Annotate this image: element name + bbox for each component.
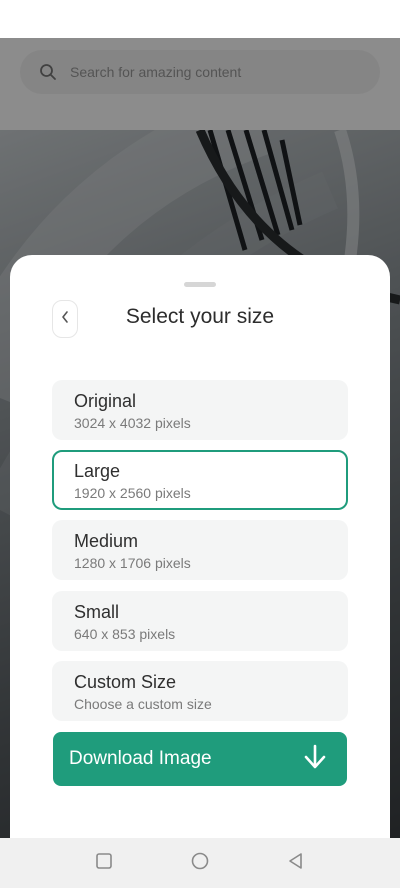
option-name: Medium bbox=[74, 531, 139, 551]
option-name: Small bbox=[74, 602, 120, 622]
option-name: Original bbox=[74, 391, 137, 411]
size-option-original[interactable]: Original 3024 x 4032 pixels bbox=[52, 380, 348, 440]
option-detail: 1280 x 1706 pixels bbox=[74, 555, 191, 571]
size-option-small[interactable]: Small 640 x 853 pixels bbox=[52, 591, 348, 651]
size-option-large[interactable]: Large 1920 x 2560 pixels bbox=[52, 450, 348, 510]
circle-home-icon bbox=[190, 851, 210, 876]
back-nav-button[interactable] bbox=[276, 843, 316, 883]
square-recents-icon bbox=[95, 852, 113, 875]
chevron-left-icon bbox=[60, 310, 70, 329]
status-bar bbox=[0, 0, 400, 38]
option-detail: Choose a custom size bbox=[74, 696, 212, 712]
size-selection-sheet: Select your size Original 3024 x 4032 pi… bbox=[10, 255, 390, 838]
download-image-button[interactable]: Download Image bbox=[53, 732, 347, 786]
option-detail: 1920 x 2560 pixels bbox=[74, 485, 191, 501]
size-option-medium[interactable]: Medium 1280 x 1706 pixels bbox=[52, 520, 348, 580]
download-button-label: Download Image bbox=[69, 748, 212, 769]
option-name: Large bbox=[74, 461, 121, 481]
option-detail: 640 x 853 pixels bbox=[74, 626, 176, 642]
recents-button[interactable] bbox=[84, 843, 124, 883]
option-detail: 3024 x 4032 pixels bbox=[74, 415, 191, 431]
option-name: Custom Size bbox=[74, 672, 177, 692]
arrow-down-icon bbox=[303, 744, 327, 775]
home-button[interactable] bbox=[180, 843, 220, 883]
size-option-custom[interactable]: Custom Size Choose a custom size bbox=[52, 661, 348, 721]
sheet-title: Select your size bbox=[125, 305, 275, 328]
system-navigation-bar bbox=[0, 838, 400, 888]
back-button[interactable] bbox=[52, 300, 78, 338]
sheet-drag-handle[interactable] bbox=[184, 282, 216, 287]
triangle-back-icon bbox=[287, 852, 305, 875]
